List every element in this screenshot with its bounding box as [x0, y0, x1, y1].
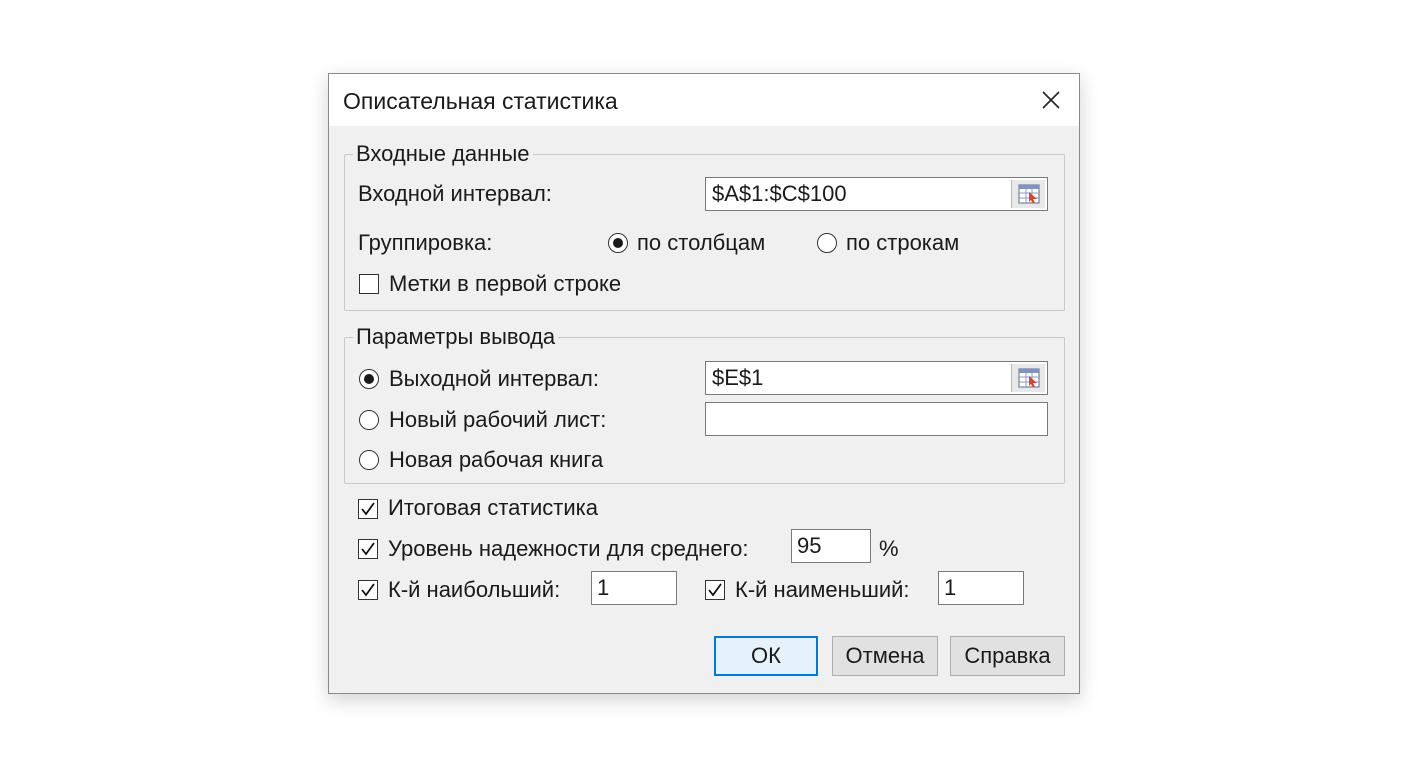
summary-statistics-label[interactable]: Итоговая статистика — [388, 494, 598, 522]
kth-largest-label[interactable]: К-й наибольший: — [388, 576, 560, 604]
output-range-field[interactable]: $E$1 — [705, 361, 1048, 395]
output-range-radio[interactable] — [359, 369, 379, 389]
new-workbook-label[interactable]: Новая рабочая книга — [389, 446, 603, 474]
dialog-title: Описательная статистика — [343, 88, 618, 114]
kth-smallest-label[interactable]: К-й наименьший: — [735, 576, 910, 604]
labels-first-row-checkbox[interactable] — [359, 274, 379, 294]
checkmark-icon — [361, 502, 375, 516]
checkmark-icon — [361, 583, 375, 597]
kth-largest-value: 1 — [597, 575, 610, 600]
confidence-unit: % — [879, 536, 899, 561]
input-group-legend: Входные данные — [353, 140, 533, 168]
output-range-value: $E$1 — [712, 365, 764, 390]
range-selector-icon — [1018, 368, 1040, 388]
confidence-level-input[interactable]: 95 — [791, 529, 871, 563]
grouping-label: Группировка: — [358, 230, 493, 255]
confidence-level-value: 95 — [797, 533, 822, 558]
new-worksheet-field[interactable] — [705, 402, 1048, 436]
title-bar: Описательная статистика — [329, 74, 1079, 126]
kth-largest-input[interactable]: 1 — [591, 571, 677, 605]
kth-smallest-checkbox[interactable] — [705, 580, 725, 600]
new-workbook-radio[interactable] — [359, 450, 379, 470]
kth-smallest-input[interactable]: 1 — [938, 571, 1024, 605]
close-button[interactable] — [1037, 86, 1065, 114]
close-icon — [1042, 91, 1060, 109]
descriptive-statistics-dialog: Описательная статистика Входные данные В… — [328, 73, 1080, 694]
kth-smallest-value: 1 — [944, 575, 957, 600]
output-group: Параметры вывода Выходной интервал: $E$1… — [344, 323, 1065, 484]
new-worksheet-radio[interactable] — [359, 410, 379, 430]
confidence-level-checkbox[interactable] — [358, 539, 378, 559]
grouping-by-columns-radio[interactable] — [608, 233, 628, 253]
output-group-legend: Параметры вывода — [353, 323, 559, 351]
input-range-value: $A$1:$C$100 — [712, 181, 847, 206]
grouping-by-rows-label[interactable]: по строкам — [846, 229, 959, 257]
cancel-button[interactable]: Отмена — [832, 636, 938, 676]
input-range-field[interactable]: $A$1:$C$100 — [705, 177, 1048, 211]
kth-largest-checkbox[interactable] — [358, 580, 378, 600]
confidence-level-label[interactable]: Уровень надежности для среднего: — [388, 535, 748, 563]
new-worksheet-label[interactable]: Новый рабочий лист: — [389, 406, 606, 434]
ok-button[interactable]: ОК — [714, 636, 818, 676]
summary-statistics-checkbox[interactable] — [358, 499, 378, 519]
input-group: Входные данные Входной интервал: $A$1:$C… — [344, 140, 1065, 311]
input-range-label: Входной интервал: — [358, 181, 552, 206]
help-button[interactable]: Справка — [950, 636, 1065, 676]
input-range-picker-button[interactable] — [1011, 180, 1045, 208]
range-selector-icon — [1018, 184, 1040, 204]
checkmark-icon — [708, 583, 722, 597]
labels-first-row-label[interactable]: Метки в первой строке — [389, 270, 621, 298]
checkmark-icon — [361, 542, 375, 556]
output-range-label[interactable]: Выходной интервал: — [389, 365, 599, 393]
grouping-by-columns-label[interactable]: по столбцам — [637, 229, 765, 257]
output-range-picker-button[interactable] — [1011, 364, 1045, 392]
grouping-by-rows-radio[interactable] — [817, 233, 837, 253]
